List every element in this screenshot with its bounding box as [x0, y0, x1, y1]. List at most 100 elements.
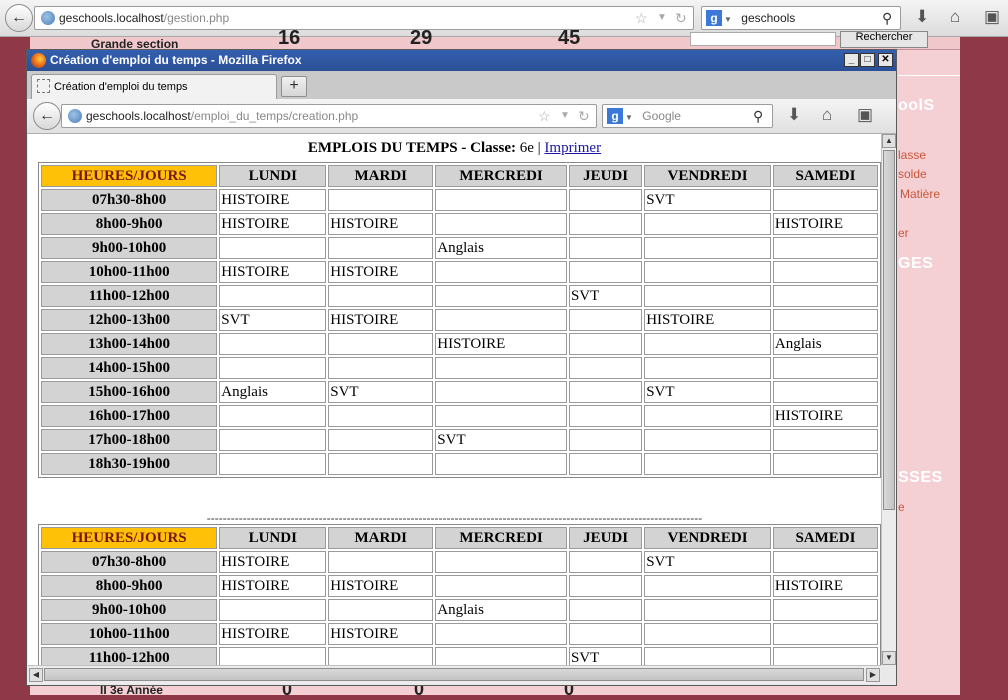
timetable-cell[interactable] [568, 381, 643, 403]
timetable-cell[interactable] [568, 333, 643, 355]
timetable-cell[interactable]: SVT [568, 285, 643, 307]
sidebar-link-solde[interactable]: solde [898, 167, 927, 181]
print-link[interactable]: Imprimer [544, 140, 601, 156]
timetable-cell[interactable] [568, 453, 643, 475]
timetable-cell[interactable]: HISTOIRE [328, 213, 434, 235]
home-icon[interactable]: ⌂ [950, 7, 960, 27]
timetable-cell[interactable]: HISTOIRE [328, 309, 434, 331]
timetable-cell[interactable] [435, 309, 567, 331]
timetable-cell[interactable] [644, 647, 771, 665]
timetable-cell[interactable]: SVT [644, 551, 771, 573]
timetable-cell[interactable] [568, 213, 643, 235]
timetable-cell[interactable] [568, 357, 643, 379]
timetable-cell[interactable] [644, 599, 771, 621]
sidebar-link-classe[interactable]: lasse [898, 148, 926, 162]
timetable-cell[interactable] [644, 405, 771, 427]
bookmarks-menu-icon[interactable]: ▣ [984, 7, 1000, 27]
timetable-cell[interactable] [328, 189, 434, 211]
timetable-cell[interactable] [644, 623, 771, 645]
timetable-cell[interactable] [772, 599, 878, 621]
timetable-cell[interactable] [772, 551, 878, 573]
timetable-cell[interactable] [435, 285, 567, 307]
timetable-cell[interactable] [772, 357, 878, 379]
close-window-button[interactable]: ✕ [878, 53, 893, 67]
timetable-cell[interactable]: HISTOIRE [435, 333, 567, 355]
timetable-cell[interactable]: HISTOIRE [219, 551, 327, 573]
timetable-cell[interactable] [644, 453, 771, 475]
timetable-cell[interactable] [568, 309, 643, 331]
main-url-bar[interactable]: geschools.localhost/gestion.php ☆ ▼ ↻ [34, 6, 694, 30]
timetable-cell[interactable] [772, 381, 878, 403]
timetable-cell[interactable] [644, 237, 771, 259]
new-tab-button[interactable]: + [281, 76, 307, 97]
history-dropdown-icon[interactable]: ▼ [657, 7, 667, 29]
timetable-cell[interactable] [328, 647, 434, 665]
timetable-cell[interactable]: SVT [644, 189, 771, 211]
popup-back-button[interactable]: ← [33, 102, 61, 130]
timetable-cell[interactable] [568, 405, 643, 427]
popup-search-bar[interactable]: g ▼ Google ⚲ [602, 104, 773, 128]
timetable-cell[interactable] [772, 647, 878, 665]
timetable-cell[interactable]: HISTOIRE [328, 575, 434, 597]
timetable-cell[interactable]: HISTOIRE [644, 309, 771, 331]
timetable-cell[interactable] [435, 647, 567, 665]
timetable-cell[interactable]: HISTOIRE [328, 623, 434, 645]
timetable-cell[interactable] [772, 623, 878, 645]
scroll-left-arrow-icon[interactable]: ◀ [29, 668, 43, 682]
timetable-cell[interactable] [772, 261, 878, 283]
horizontal-scrollbar[interactable]: ◀ ▶ [28, 665, 881, 684]
maximize-button[interactable]: □ [860, 53, 875, 67]
timetable-cell[interactable] [435, 357, 567, 379]
bookmarks-menu-icon[interactable]: ▣ [857, 105, 873, 125]
timetable-cell[interactable] [435, 623, 567, 645]
popup-tab-active[interactable]: Création d'emploi du temps [31, 74, 277, 99]
timetable-cell[interactable] [328, 429, 434, 451]
timetable-cell[interactable] [435, 381, 567, 403]
download-icon[interactable]: ⬇ [915, 7, 929, 27]
popup-url-bar[interactable]: geschools.localhost/emploi_du_temps/crea… [61, 104, 597, 128]
back-button[interactable]: ← [5, 4, 33, 32]
timetable-cell[interactable] [772, 453, 878, 475]
timetable-cell[interactable] [435, 575, 567, 597]
download-icon[interactable]: ⬇ [787, 105, 801, 125]
scroll-down-arrow-icon[interactable]: ▼ [882, 651, 896, 665]
timetable-cell[interactable] [219, 237, 327, 259]
timetable-cell[interactable]: HISTOIRE [219, 213, 327, 235]
search-magnifier-icon[interactable]: ⚲ [882, 7, 892, 29]
timetable-cell[interactable] [219, 333, 327, 355]
timetable-cell[interactable]: HISTOIRE [772, 575, 878, 597]
timetable-cell[interactable] [772, 309, 878, 331]
timetable-cell[interactable] [435, 213, 567, 235]
bg-search-input[interactable] [690, 32, 836, 46]
reload-icon[interactable]: ↻ [578, 105, 590, 127]
timetable-cell[interactable] [772, 189, 878, 211]
timetable-cell[interactable] [644, 357, 771, 379]
timetable-cell[interactable]: Anglais [219, 381, 327, 403]
timetable-cell[interactable] [644, 575, 771, 597]
timetable-cell[interactable] [772, 429, 878, 451]
home-icon[interactable]: ⌂ [822, 105, 832, 125]
timetable-cell[interactable]: SVT [219, 309, 327, 331]
timetable-cell[interactable] [568, 429, 643, 451]
sidebar-link-5[interactable]: e [898, 500, 905, 514]
timetable-cell[interactable] [435, 551, 567, 573]
timetable-cell[interactable] [219, 453, 327, 475]
timetable-cell[interactable]: SVT [644, 381, 771, 403]
timetable-cell[interactable] [328, 285, 434, 307]
vertical-scrollbar[interactable]: ▲ ▼ [881, 134, 896, 665]
engine-dropdown-icon[interactable]: ▼ [724, 15, 732, 24]
timetable-cell[interactable] [219, 599, 327, 621]
timetable-cell[interactable] [328, 333, 434, 355]
search-magnifier-icon[interactable]: ⚲ [753, 105, 763, 127]
timetable-cell[interactable] [644, 333, 771, 355]
vertical-scroll-thumb[interactable] [883, 150, 895, 510]
timetable-cell[interactable]: SVT [328, 381, 434, 403]
timetable-cell[interactable]: HISTOIRE [219, 575, 327, 597]
history-dropdown-icon[interactable]: ▼ [560, 105, 570, 127]
timetable-cell[interactable]: Anglais [435, 599, 567, 621]
timetable-cell[interactable]: HISTOIRE [772, 213, 878, 235]
timetable-cell[interactable] [328, 551, 434, 573]
minimize-button[interactable]: _ [844, 53, 859, 67]
timetable-cell[interactable] [772, 285, 878, 307]
timetable-cell[interactable] [568, 623, 643, 645]
